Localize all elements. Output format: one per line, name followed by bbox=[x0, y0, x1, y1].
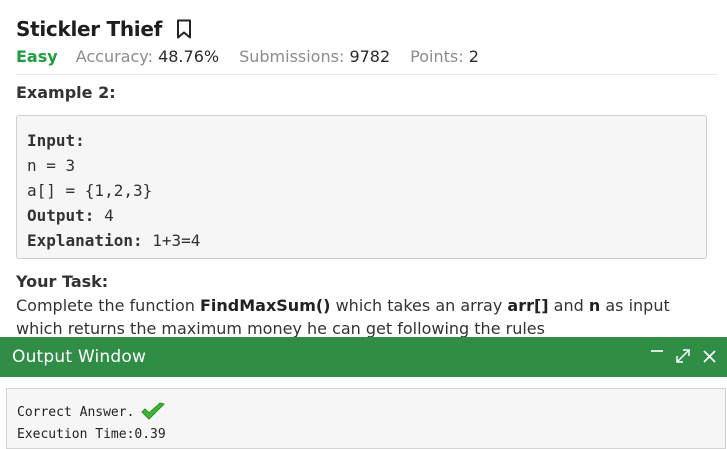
explanation-label: Explanation: bbox=[27, 231, 143, 250]
minimize-icon[interactable] bbox=[649, 345, 665, 367]
submissions-value: 9782 bbox=[349, 47, 391, 66]
accuracy-value: 48.76% bbox=[158, 47, 220, 66]
points-value: 2 bbox=[468, 47, 479, 66]
task-text-3: and bbox=[548, 296, 589, 315]
output-window-bar[interactable]: Output Window bbox=[0, 337, 727, 377]
task-text-2: which takes an array bbox=[330, 296, 508, 315]
task-function-name: FindMaxSum() bbox=[199, 296, 331, 315]
expand-icon[interactable] bbox=[675, 345, 691, 367]
example-line-array: a[] = {1,2,3} bbox=[27, 181, 153, 200]
task-n-name: n bbox=[588, 296, 601, 315]
problem-header: Stickler Thief Easy Accuracy: 48.76% Sub… bbox=[16, 14, 717, 66]
result-text: Correct Answer. bbox=[17, 404, 135, 420]
points-label: Points: bbox=[410, 47, 464, 66]
execution-time: Execution Time:0.39 bbox=[17, 426, 166, 442]
bookmark-icon[interactable] bbox=[176, 19, 194, 39]
header-divider bbox=[16, 74, 717, 75]
checkmark-icon bbox=[140, 401, 166, 423]
input-label: Input: bbox=[27, 131, 85, 150]
problem-title: Stickler Thief bbox=[16, 17, 163, 41]
task-heading: Your Task: bbox=[16, 272, 109, 291]
explanation-value: 1+3=4 bbox=[142, 231, 201, 250]
output-window-title: Output Window bbox=[12, 347, 147, 367]
output-label: Output: bbox=[27, 206, 95, 225]
task-arr-name: arr[] bbox=[507, 296, 549, 315]
task-description: Complete the function FindMaxSum() which… bbox=[16, 294, 716, 340]
close-icon[interactable] bbox=[701, 345, 717, 367]
accuracy-label: Accuracy: bbox=[75, 47, 153, 66]
example-heading: Example 2: bbox=[16, 83, 116, 102]
example-line-n: n = 3 bbox=[27, 156, 76, 175]
submissions-label: Submissions: bbox=[239, 47, 345, 66]
problem-stats: Easy Accuracy: 48.76% Submissions: 9782 … bbox=[16, 47, 717, 66]
difficulty-badge: Easy bbox=[16, 47, 58, 66]
output-value: 4 bbox=[94, 206, 114, 225]
example-code-block: Input: n = 3 a[] = {1,2,3} Output: 4 Exp… bbox=[16, 115, 707, 259]
output-window-panel: Correct Answer. Execution Time:0.39 bbox=[6, 388, 726, 449]
task-text-1: Complete the function bbox=[16, 296, 200, 315]
